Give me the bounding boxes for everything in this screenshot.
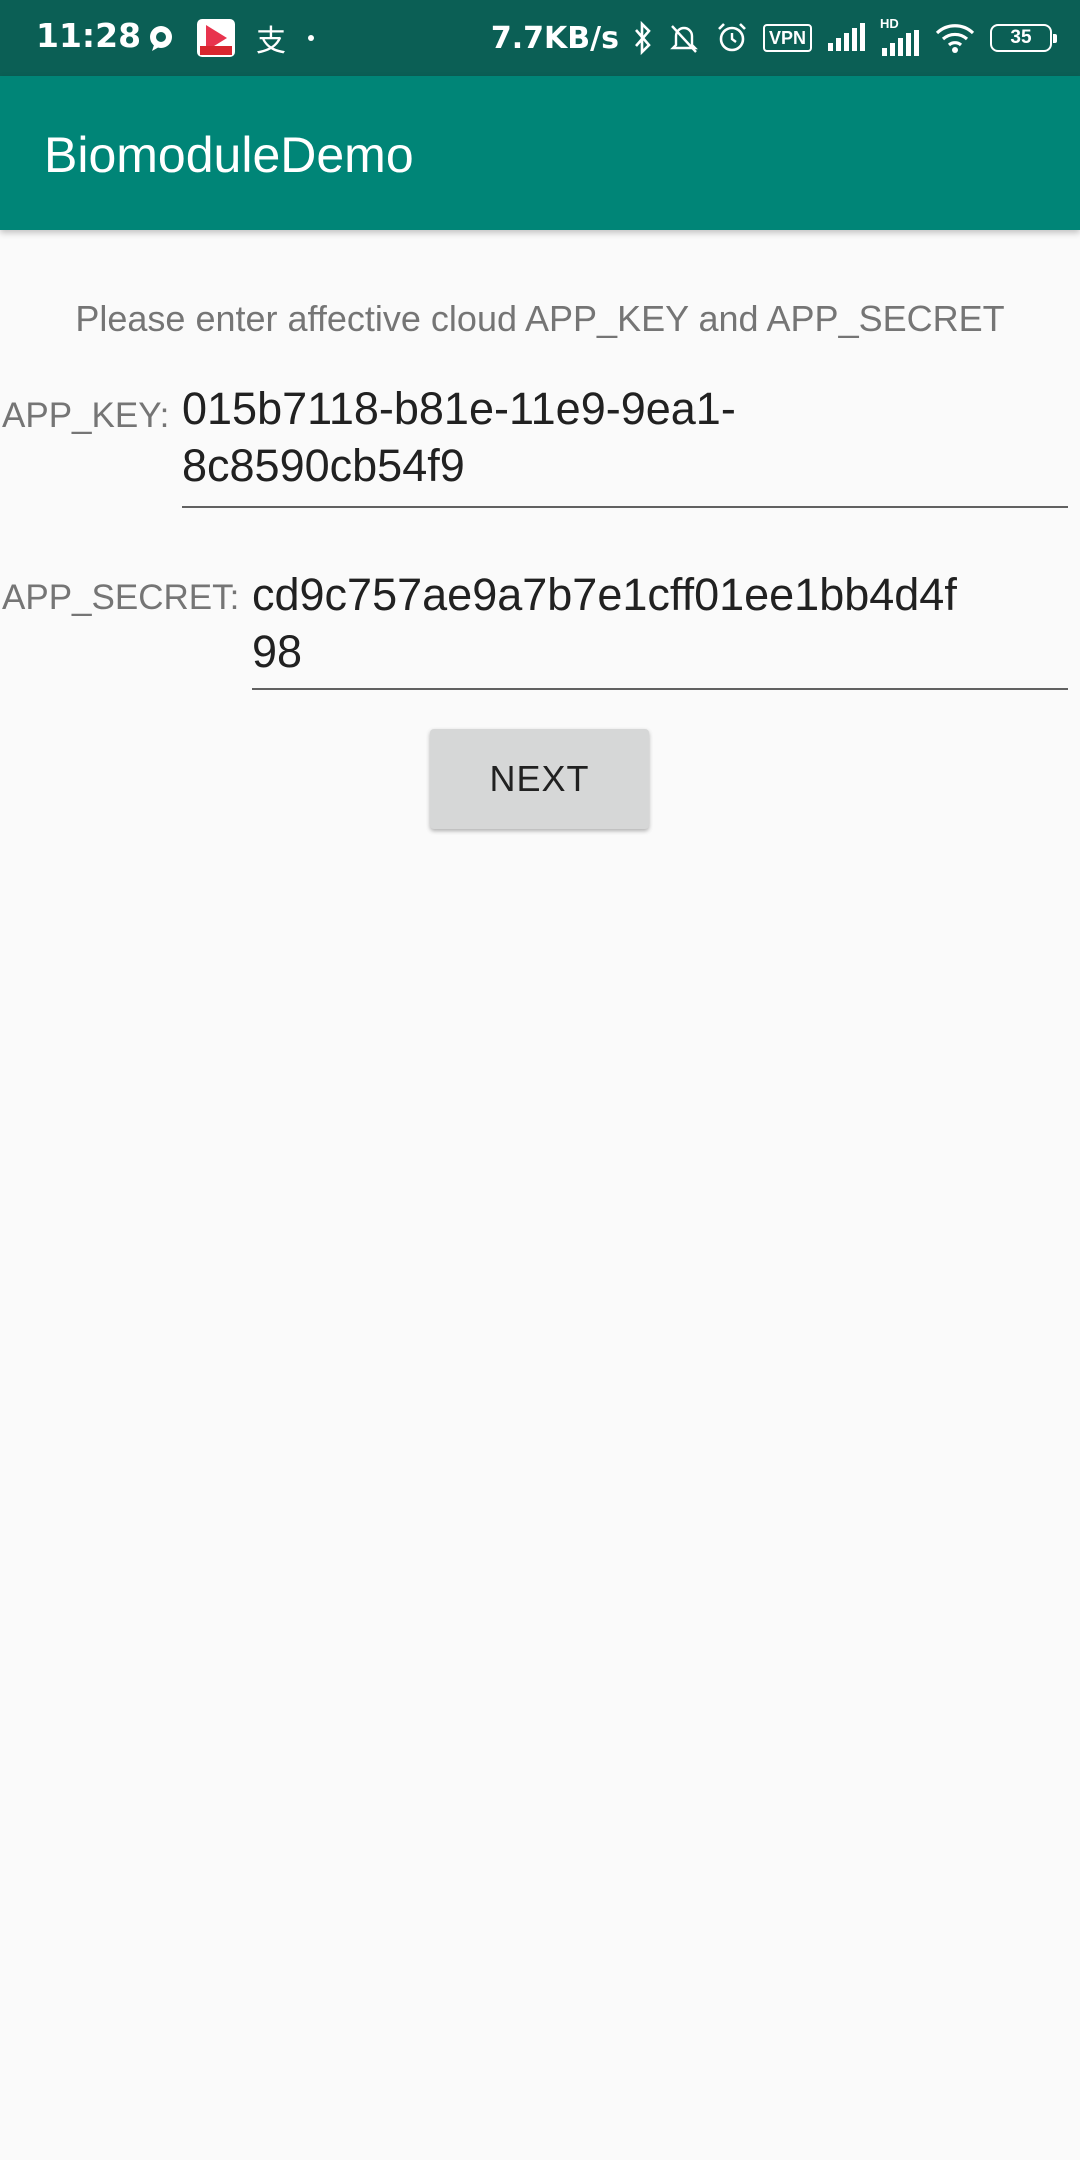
status-time: 11:28	[36, 16, 142, 55]
app-secret-input[interactable]: cd9c757ae9a7b7e1cff01ee1bb4d4f 98	[252, 566, 1068, 692]
app-key-value-line1: 015b7118-b81e-11e9-9ea1-	[182, 383, 736, 434]
instruction-text: Please enter affective cloud APP_KEY and…	[75, 298, 1005, 339]
signal-hd-icon: HD	[880, 16, 920, 58]
alarm-icon	[718, 23, 746, 52]
app-secret-value-line1: cd9c757ae9a7b7e1cff01ee1bb4d4f	[252, 569, 957, 620]
app-secret-value-line2: 98	[252, 626, 303, 677]
status-indicators: 7.7KB/s VPN HD 35	[490, 14, 1057, 62]
app-key-underline	[182, 506, 1068, 508]
alipay-icon: 支	[256, 24, 286, 59]
app-icon	[197, 19, 235, 57]
network-speed: 7.7KB/s	[490, 20, 619, 56]
battery-level: 35	[1010, 27, 1032, 48]
status-bar: 11:28 支 7.7KB/s VPN HD 35	[0, 0, 1080, 76]
hd-label: HD	[880, 16, 899, 31]
app-secret-label: APP_SECRET:	[2, 578, 240, 617]
battery-icon: 35	[990, 24, 1057, 52]
app-title: BiomoduleDemo	[44, 127, 414, 183]
app-key-label: APP_KEY:	[2, 396, 170, 435]
app-secret-underline	[252, 688, 1068, 690]
message-icon	[150, 26, 172, 51]
app-bar: BiomoduleDemo	[0, 76, 1080, 230]
mute-bell-icon	[670, 25, 698, 53]
bluetooth-icon	[635, 21, 651, 55]
app-key-input[interactable]: 015b7118-b81e-11e9-9ea1- 8c8590cb54f9	[182, 380, 1068, 510]
wifi-icon	[935, 24, 975, 53]
app-key-value-line2: 8c8590cb54f9	[182, 440, 465, 491]
vpn-icon: VPN	[762, 24, 812, 52]
next-button[interactable]: NEXT	[430, 729, 649, 829]
dot-icon	[308, 35, 314, 41]
notification-icons: 支	[146, 18, 316, 59]
signal-icon	[828, 23, 865, 51]
